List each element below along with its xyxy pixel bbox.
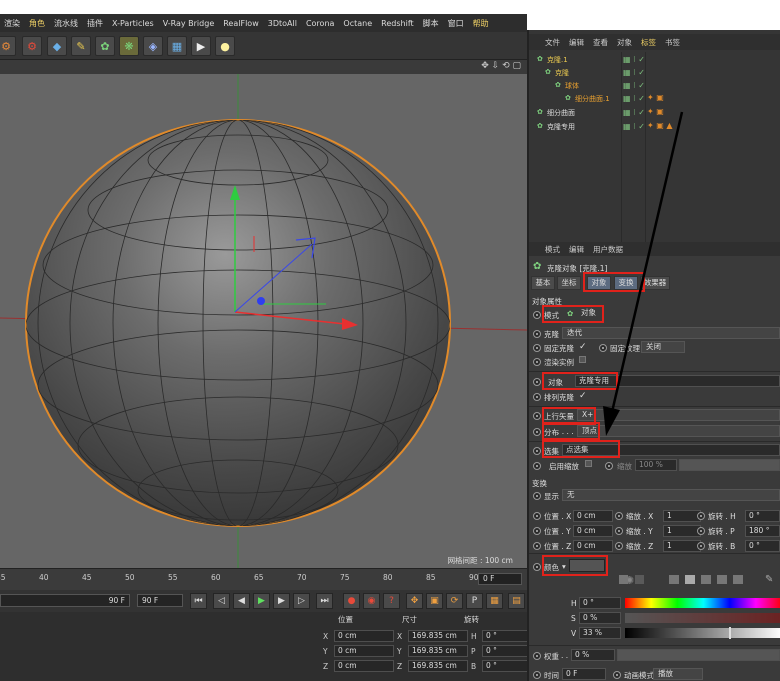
annotation-arrow xyxy=(603,111,684,436)
